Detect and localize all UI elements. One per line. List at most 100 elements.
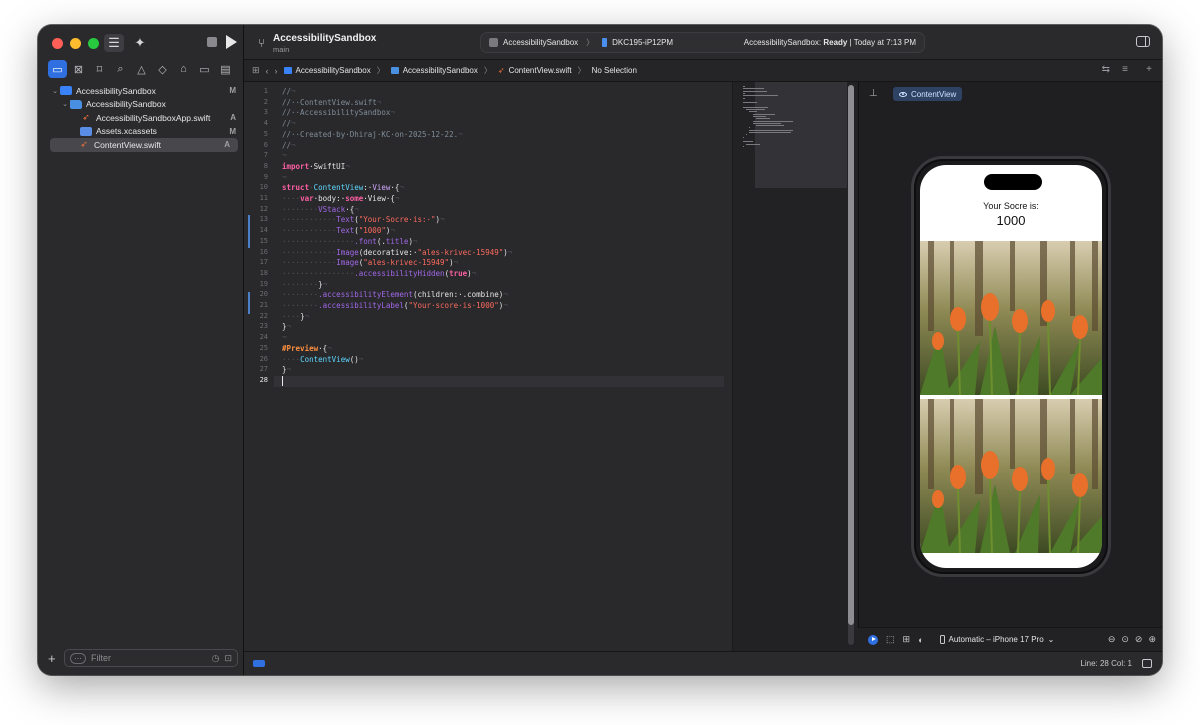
line-number[interactable]: 23: [246, 322, 268, 330]
score-value: 1000: [996, 213, 1026, 228]
tree-item[interactable]: ➶ AccessibilitySandboxApp.swift A: [38, 111, 244, 125]
editor-scrollbar[interactable]: [848, 85, 854, 645]
zoom-out-icon[interactable]: ⊖: [1108, 634, 1116, 645]
line-number[interactable]: 9: [246, 173, 268, 181]
tulip-image: [920, 241, 1102, 395]
line-number[interactable]: 4: [246, 119, 268, 127]
source-control-x-square-icon[interactable]: ⊠: [69, 60, 88, 78]
project-title[interactable]: AccessibilitySandbox: [273, 33, 376, 44]
line-number[interactable]: 10: [246, 183, 268, 191]
project-navigator-folder-icon[interactable]: ▭: [48, 60, 67, 78]
search-icon[interactable]: ⌕: [111, 60, 130, 78]
add-file-button[interactable]: +: [48, 651, 64, 666]
filter-options-icon[interactable]: ⋯: [70, 652, 86, 664]
preview-chip[interactable]: ContentView: [893, 87, 963, 101]
line-number[interactable]: 3: [246, 108, 268, 116]
bookmark-icon[interactable]: ⌑: [90, 60, 109, 78]
code-editor[interactable]: 1 2 3 4 5 6 7 8 9 10 11 12 13 14 15 16 17 18 19 20 21 22 23 24 2…: [244, 82, 732, 651]
add-editor-icon[interactable]: +: [1146, 64, 1152, 75]
line-number[interactable]: 6: [246, 141, 268, 149]
preview-device-selector[interactable]: Automatic – iPhone 17 Pro ⌄: [939, 635, 1054, 644]
branch-name[interactable]: main: [273, 45, 289, 54]
tree-item[interactable]: ⌄ AccessibilitySandbox M: [38, 84, 244, 98]
breadcrumb-symbol[interactable]: No Selection: [592, 66, 637, 75]
warning-icon[interactable]: △: [132, 60, 151, 78]
scrollbar-thumb[interactable]: [848, 85, 854, 625]
zoom-window-button[interactable]: [88, 38, 99, 49]
back-chevron-icon[interactable]: ‹: [266, 66, 269, 76]
scheme-selector[interactable]: AccessibilitySandbox: [489, 38, 578, 47]
line-number[interactable]: 17: [246, 258, 268, 266]
zoom-100-icon[interactable]: ⊙: [1121, 634, 1129, 645]
stop-button[interactable]: [207, 37, 217, 47]
line-number[interactable]: 28: [246, 376, 268, 384]
code-line: ········}¬: [282, 279, 328, 289]
minimap[interactable]: [732, 82, 858, 651]
line-number[interactable]: 5: [246, 130, 268, 138]
forward-chevron-icon[interactable]: ›: [275, 66, 278, 76]
scm-status-badge: M: [229, 86, 236, 96]
minimap-line: [749, 129, 794, 131]
change-indicator[interactable]: [248, 292, 250, 314]
breadcrumb-folder[interactable]: AccessibilitySandbox: [390, 66, 478, 75]
run-button[interactable]: [226, 35, 237, 49]
line-number[interactable]: 26: [246, 355, 268, 363]
report-icon[interactable]: ▤: [216, 60, 235, 78]
disclosure-chevron-icon[interactable]: ⌄: [60, 100, 70, 108]
minimap-line: [743, 106, 769, 108]
related-items-grid-icon[interactable]: ⊞: [252, 65, 260, 76]
line-number-gutter: 1 2 3 4 5 6 7 8 9 10 11 12 13 14 15 16 17 18 19 20 21 22 23 24 2…: [244, 82, 274, 651]
zoom-in-icon[interactable]: ⊕: [1148, 634, 1156, 645]
variants-grid-icon[interactable]: ⊞: [903, 634, 911, 645]
breakpoint-icon[interactable]: ▭: [195, 60, 214, 78]
code-line: //··Created·by·Dhiraj·KC·on·2025-12-22.¬: [282, 129, 463, 139]
run-destination-selector[interactable]: DKC195-iP12PM: [602, 38, 673, 47]
breadcrumb-project[interactable]: AccessibilitySandbox: [283, 66, 371, 75]
line-number[interactable]: 1: [246, 87, 268, 95]
change-indicator[interactable]: [248, 215, 250, 248]
breadcrumb-file[interactable]: ➶ ContentView.swift: [498, 66, 572, 75]
diamond-icon[interactable]: ◇: [153, 60, 172, 78]
minimap-line: [752, 113, 775, 115]
hide-debug-area-icon[interactable]: [1142, 659, 1152, 668]
inspector-toggle-icon[interactable]: [1136, 36, 1150, 47]
filter-input[interactable]: ⋯ Filter ◷ ⊡: [64, 649, 238, 667]
live-preview-play-icon[interactable]: [868, 634, 878, 645]
line-number[interactable]: 16: [246, 248, 268, 256]
editor-options-icon[interactable]: ≡: [1122, 64, 1128, 75]
line-number[interactable]: 18: [246, 269, 268, 277]
tag-icon[interactable]: ⌂: [174, 60, 193, 78]
zoom-fit-icon[interactable]: ⊘: [1135, 634, 1143, 645]
tree-item[interactable]: ➶ ContentView.swift A: [50, 138, 238, 152]
line-number[interactable]: 2: [246, 98, 268, 106]
swift-file-icon: ➶: [80, 139, 88, 150]
disclosure-chevron-icon[interactable]: ⌄: [50, 87, 60, 95]
line-number[interactable]: 27: [246, 365, 268, 373]
minimap-visible-region[interactable]: [755, 82, 847, 188]
line-number[interactable]: 8: [246, 162, 268, 170]
minimize-window-button[interactable]: [70, 38, 81, 49]
pin-icon[interactable]: ⊥: [869, 88, 878, 99]
tree-item[interactable]: Assets.xcassets M: [38, 125, 244, 139]
line-number[interactable]: 24: [246, 333, 268, 341]
minimap-line: [755, 118, 771, 120]
navigator-sidebar: ☰ ✦ ▭ ⊠ ⌑ ⌕ △ ◇ ⌂ ▭ ▤ ⌄ AccessibilitySand…: [38, 25, 244, 675]
line-number[interactable]: 19: [246, 280, 268, 288]
debug-area-toggle-icon[interactable]: [253, 660, 265, 667]
tree-item[interactable]: ⌄ AccessibilitySandbox: [38, 98, 244, 112]
line-number[interactable]: 7: [246, 151, 268, 159]
preview-header: ⊥ ContentView: [859, 82, 1162, 104]
source-control-filter-icon[interactable]: ⊡: [224, 653, 232, 664]
line-number[interactable]: 12: [246, 205, 268, 213]
selectable-mode-icon[interactable]: ⬚: [886, 634, 895, 645]
tree-item-label: AccessibilitySandbox: [86, 99, 166, 110]
recent-files-icon[interactable]: ◷: [212, 653, 220, 664]
line-number[interactable]: 11: [246, 194, 268, 202]
close-window-button[interactable]: [52, 38, 63, 49]
navigator-toggle-icon[interactable]: ☰: [104, 34, 124, 52]
swap-editor-icon[interactable]: ⇆: [1102, 64, 1110, 75]
line-number[interactable]: 25: [246, 344, 268, 352]
iphone-screen[interactable]: Your Socre is: 1000: [920, 165, 1102, 568]
device-settings-icon[interactable]: ◐: [918, 635, 923, 645]
sparkle-icon[interactable]: ✦: [130, 34, 150, 52]
